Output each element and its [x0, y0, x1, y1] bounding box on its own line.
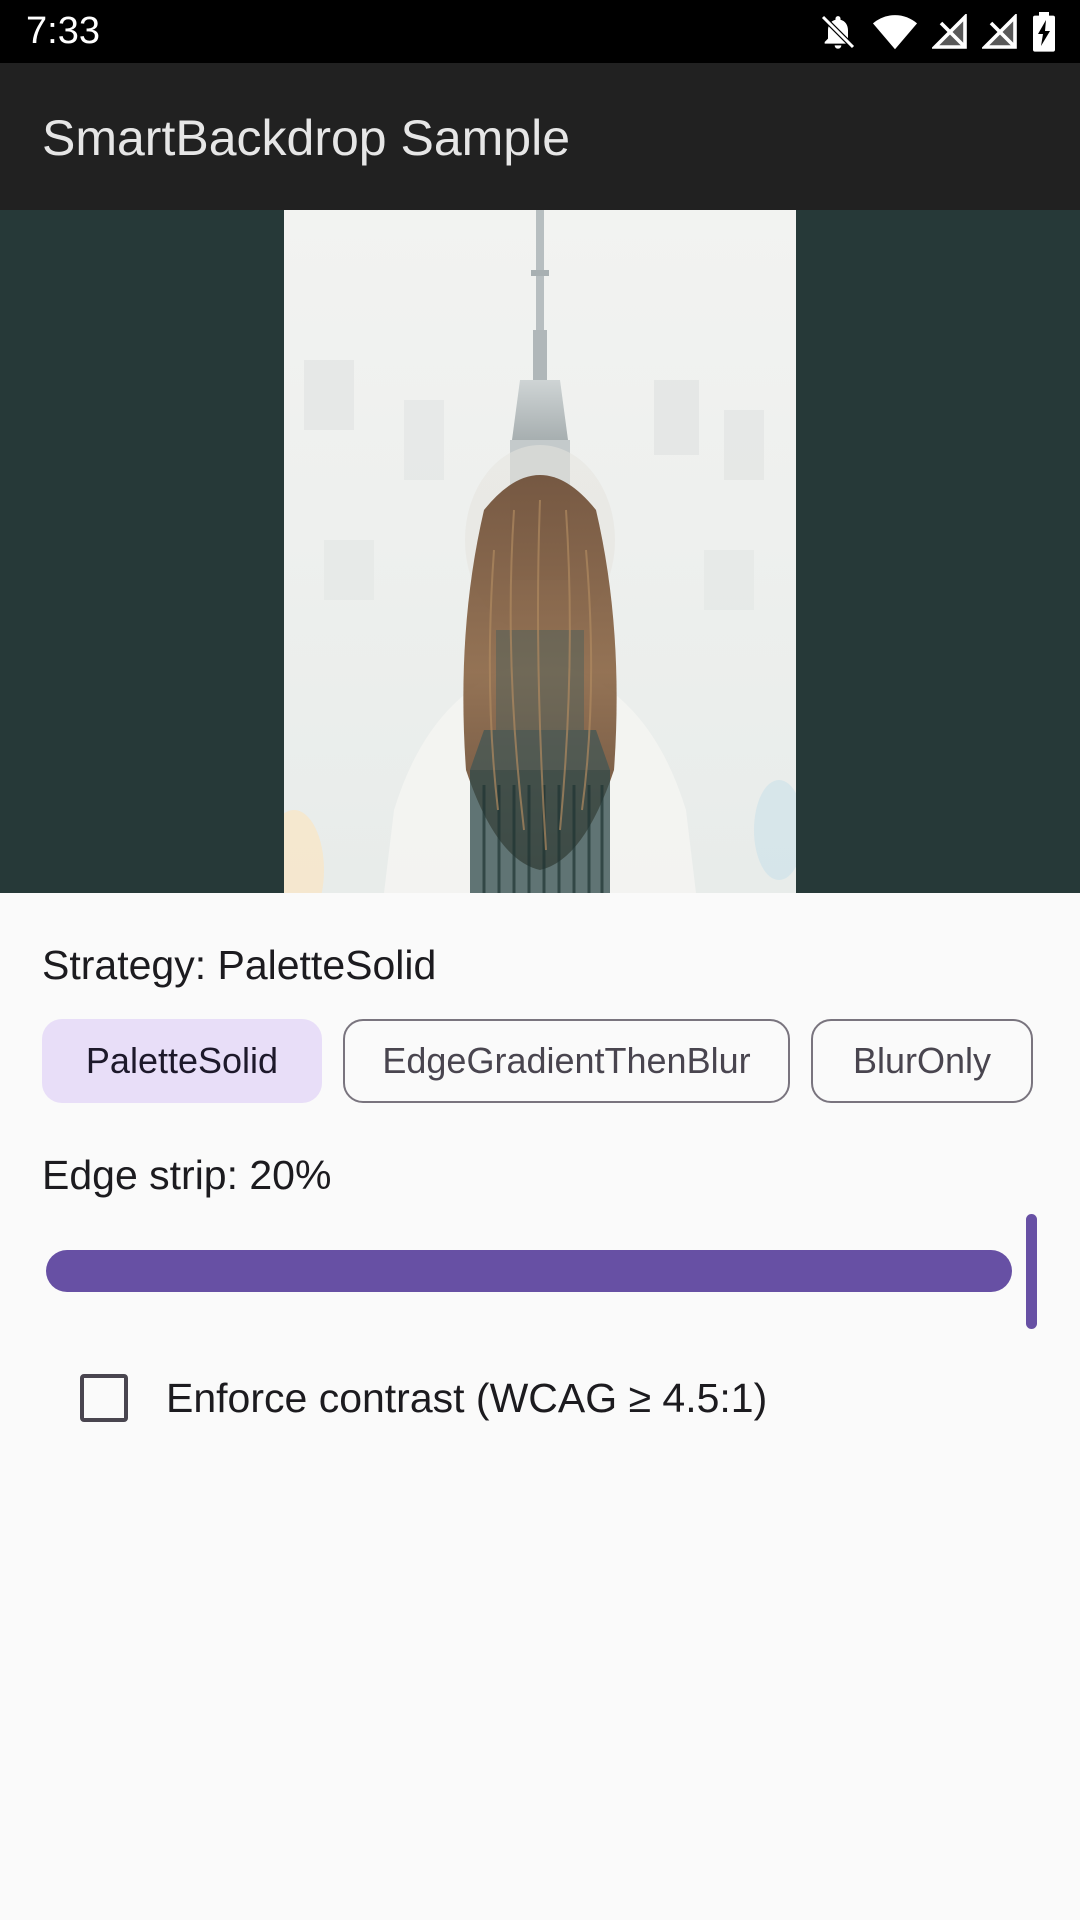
signal-off-icon — [982, 14, 1018, 50]
chip-edge-gradient-then-blur[interactable]: EdgeGradientThenBlur — [343, 1019, 790, 1103]
chip-palette-solid[interactable]: PaletteSolid — [42, 1019, 322, 1103]
app-title: SmartBackdrop Sample — [42, 110, 571, 166]
backdrop-preview — [0, 210, 1080, 893]
app-bar: SmartBackdrop Sample — [0, 63, 1080, 210]
signal-off-icon — [932, 14, 968, 50]
edge-strip-slider[interactable] — [44, 1212, 1040, 1330]
slider-active-track — [46, 1250, 1012, 1292]
chip-label: PaletteSolid — [85, 1040, 279, 1081]
status-bar: 7:33 — [0, 0, 1080, 63]
status-time: 7:33 — [26, 10, 100, 52]
slider-thumb[interactable] — [1026, 1214, 1037, 1329]
battery-charging-icon — [1032, 12, 1056, 52]
enforce-contrast-checkbox[interactable] — [80, 1374, 128, 1422]
edge-strip-label: Edge strip: 20% — [42, 1152, 332, 1198]
chip-blur-only[interactable]: BlurOnly — [811, 1019, 1033, 1103]
chip-label: EdgeGradientThenBlur — [382, 1040, 751, 1081]
preview-photo — [284, 210, 796, 893]
chip-label: BlurOnly — [852, 1040, 992, 1081]
enforce-contrast-row[interactable]: Enforce contrast (WCAG ≥ 4.5:1) — [60, 1350, 767, 1446]
status-icons — [818, 12, 1056, 52]
wifi-icon — [872, 12, 918, 52]
notifications-off-icon — [818, 12, 858, 52]
enforce-contrast-label: Enforce contrast (WCAG ≥ 4.5:1) — [166, 1375, 768, 1421]
strategy-label: Strategy: PaletteSolid — [42, 942, 437, 988]
